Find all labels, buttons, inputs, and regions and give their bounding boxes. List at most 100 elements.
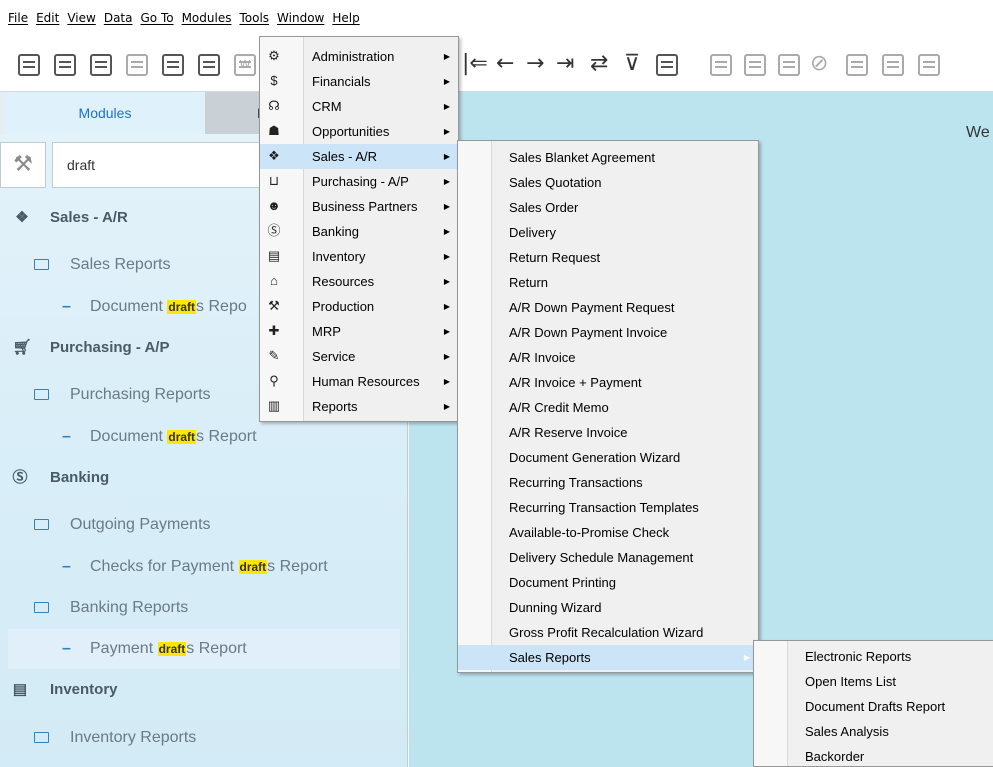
menu-item-document-printing[interactable]: Document Printing <box>458 570 758 595</box>
menu-item-return-request[interactable]: Return Request <box>458 245 758 270</box>
menu-item-atp-check[interactable]: Available-to-Promise Check <box>458 520 758 545</box>
bullet-icon: – <box>62 558 71 575</box>
menu-item-opportunities[interactable]: ☗ Opportunities ▶ <box>260 119 458 144</box>
menu-item-recurring-transactions[interactable]: Recurring Transactions <box>458 470 758 495</box>
tree-item-checks-payment-drafts[interactable]: – Checks for Payment drafts Report <box>0 547 408 587</box>
target-document-icon[interactable] <box>744 54 766 76</box>
menu-item-label: Backorder <box>805 749 865 764</box>
menu-item-label: Sales Reports <box>509 650 591 665</box>
submenu-arrow-icon: ▶ <box>443 402 450 411</box>
tree-label: Sales - A/R <box>50 209 128 226</box>
settings-icon[interactable] <box>882 54 904 76</box>
tree-item-payment-drafts[interactable]: – Payment drafts Report <box>8 629 400 669</box>
sales-ar-submenu: Sales Blanket Agreement Sales Quotation … <box>457 140 759 673</box>
menu-help[interactable]: Help <box>328 0 363 36</box>
menu-item-reports[interactable]: ▥ Reports ▶ <box>260 394 458 419</box>
menu-item-ar-invoice-payment[interactable]: A/R Invoice + Payment <box>458 370 758 395</box>
menu-item-production[interactable]: ⚒ Production ▶ <box>260 294 458 319</box>
menu-item-ar-down-payment-invoice[interactable]: A/R Down Payment Invoice <box>458 320 758 345</box>
gross-profit-icon[interactable] <box>846 54 868 76</box>
menu-item-open-items-list[interactable]: Open Items List <box>754 669 993 694</box>
menu-item-business-partners[interactable]: ☻ Business Partners ▶ <box>260 194 458 219</box>
menu-item-human-resources[interactable]: ⚲ Human Resources ▶ <box>260 369 458 394</box>
menu-item-document-drafts-report[interactable]: Document Drafts Report <box>754 694 993 719</box>
menu-item-label: Return Request <box>509 250 601 265</box>
menu-item-inventory[interactable]: ▤ Inventory ▶ <box>260 244 458 269</box>
menu-item-resources[interactable]: ⌂ Resources ▶ <box>260 269 458 294</box>
menu-item-sales-analysis[interactable]: Sales Analysis <box>754 719 993 744</box>
search-match: draft <box>167 430 197 444</box>
email-icon[interactable] <box>90 54 112 76</box>
excel-export-icon[interactable] <box>198 54 220 76</box>
print-icon[interactable] <box>54 54 76 76</box>
base-document-icon[interactable] <box>710 54 732 76</box>
report-icon[interactable] <box>918 54 940 76</box>
menu-item-crm[interactable]: ☊ CRM ▶ <box>260 94 458 119</box>
menu-item-return[interactable]: Return <box>458 270 758 295</box>
tree-category-banking[interactable]: Ⓢ Banking <box>0 458 408 498</box>
message-icon[interactable] <box>126 54 148 76</box>
tree-item-purchasing-document-drafts[interactable]: – Document drafts Report <box>0 417 408 457</box>
menu-edit[interactable]: Edit <box>32 0 63 36</box>
wrench-icon[interactable]: ⚒ <box>0 142 46 188</box>
menu-item-document-generation-wizard[interactable]: Document Generation Wizard <box>458 445 758 470</box>
menu-window[interactable]: Window <box>273 0 328 36</box>
menu-item-backorder[interactable]: Backorder <box>754 744 993 767</box>
menu-item-ar-down-payment-request[interactable]: A/R Down Payment Request <box>458 295 758 320</box>
first-record-icon[interactable]: |⇐ <box>462 50 488 78</box>
word-export-icon[interactable] <box>162 54 184 76</box>
text-part: s Report <box>196 428 257 445</box>
sort-icon[interactable] <box>656 54 678 76</box>
menu-item-financials[interactable]: $ Financials ▶ <box>260 69 458 94</box>
dollar-circle-icon: Ⓢ <box>12 469 28 486</box>
menu-item-purchasing-ap[interactable]: ⊔ Purchasing - A/P ▶ <box>260 169 458 194</box>
text-part: s Report <box>186 640 247 657</box>
word-icon[interactable]: W <box>234 54 256 76</box>
tree-folder-outgoing-payments[interactable]: Outgoing Payments <box>0 505 408 545</box>
submenu-arrow-icon: ▶ <box>443 102 450 111</box>
menu-item-delivery[interactable]: Delivery <box>458 220 758 245</box>
tree-folder-inventory-reports[interactable]: Inventory Reports <box>0 718 408 758</box>
next-record-icon[interactable]: → <box>526 50 544 78</box>
tab-modules[interactable]: Modules <box>5 92 205 134</box>
search-match: draft <box>157 642 187 656</box>
menu-item-dunning-wizard[interactable]: Dunning Wizard <box>458 595 758 620</box>
previous-record-icon[interactable]: ← <box>496 50 514 78</box>
sales-icon: ❖ <box>15 209 29 226</box>
transaction-journal-icon[interactable] <box>778 54 800 76</box>
folder-icon <box>34 519 49 530</box>
menu-item-administration[interactable]: ⚙ Administration ▶ <box>260 44 458 69</box>
menu-item-sales-order[interactable]: Sales Order <box>458 195 758 220</box>
menu-item-sales-quotation[interactable]: Sales Quotation <box>458 170 758 195</box>
bullet-icon: – <box>62 298 71 315</box>
menu-data[interactable]: Data <box>100 0 137 36</box>
filter-icon[interactable]: ⊽ <box>624 50 640 78</box>
search-match: draft <box>167 300 197 314</box>
menu-item-banking[interactable]: Ⓢ Banking ▶ <box>260 219 458 244</box>
tree-folder-banking-reports[interactable]: Banking Reports <box>0 588 408 628</box>
menu-item-ar-reserve-invoice[interactable]: A/R Reserve Invoice <box>458 420 758 445</box>
menu-tools[interactable]: Tools <box>235 0 273 36</box>
menu-item-delivery-schedule-management[interactable]: Delivery Schedule Management <box>458 545 758 570</box>
menu-view[interactable]: View <box>63 0 99 36</box>
menu-item-electronic-reports[interactable]: Electronic Reports <box>754 644 993 669</box>
menu-modules[interactable]: Modules <box>178 0 236 36</box>
menu-file[interactable]: File <box>4 0 32 36</box>
menu-item-gross-profit-recalculation-wizard[interactable]: Gross Profit Recalculation Wizard <box>458 620 758 645</box>
menu-goto[interactable]: Go To <box>136 0 177 36</box>
tree-label: Sales Reports <box>70 256 171 273</box>
menu-item-ar-invoice[interactable]: A/R Invoice <box>458 345 758 370</box>
bullet-icon: – <box>62 640 71 657</box>
menu-item-service[interactable]: ✎ Service ▶ <box>260 344 458 369</box>
refresh-icon[interactable]: ⇄ <box>590 50 608 78</box>
menu-item-sales-ar[interactable]: ❖ Sales - A/R ▶ <box>260 144 458 169</box>
menu-item-sales-reports[interactable]: Sales Reports ▶ <box>458 645 758 670</box>
tree-category-inventory[interactable]: ▤ Inventory <box>0 670 408 710</box>
menu-item-recurring-transaction-templates[interactable]: Recurring Transaction Templates <box>458 495 758 520</box>
last-record-icon[interactable]: ⇥ <box>556 50 574 78</box>
payment-means-icon[interactable]: ⊘ <box>810 50 828 78</box>
preview-icon[interactable] <box>18 54 40 76</box>
menu-item-sales-blanket-agreement[interactable]: Sales Blanket Agreement <box>458 145 758 170</box>
menu-item-mrp[interactable]: ✚ MRP ▶ <box>260 319 458 344</box>
menu-item-ar-credit-memo[interactable]: A/R Credit Memo <box>458 395 758 420</box>
